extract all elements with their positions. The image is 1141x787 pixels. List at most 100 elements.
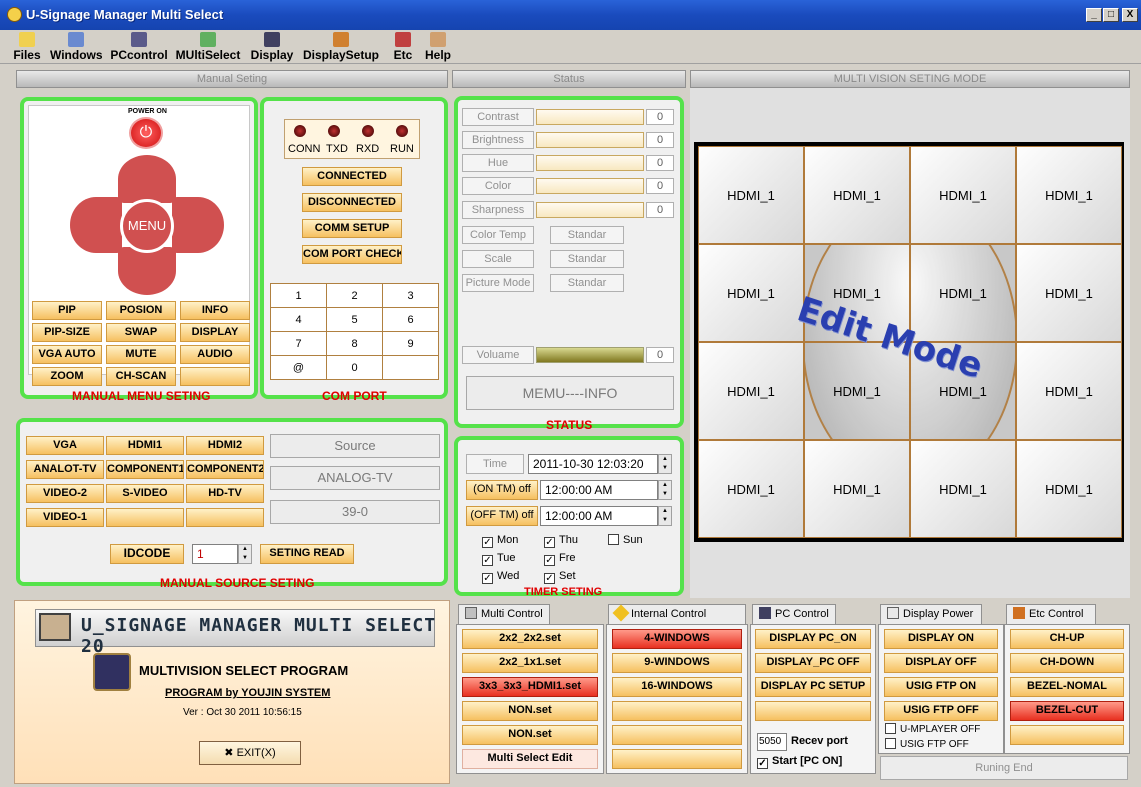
wall-cell[interactable]: HDMI_1 (698, 342, 804, 440)
hd-tv-source-button[interactable]: HD-TV (186, 484, 264, 503)
wall-cell[interactable]: HDMI_1 (1016, 440, 1122, 538)
disconnected-button[interactable]: DISCONNECTED (302, 193, 402, 212)
menu-pccontrol[interactable]: PCcontrol (110, 30, 168, 64)
contrast-slider[interactable] (536, 109, 644, 125)
vga-source-button[interactable]: VGA (26, 436, 104, 455)
menu-button[interactable]: MENU (120, 199, 174, 253)
connected-button[interactable]: CONNECTED (302, 167, 402, 186)
4-windows-button[interactable]: 4-WINDOWS (612, 629, 742, 649)
analot-tv-source-button[interactable]: ANALOT-TV (26, 460, 104, 479)
wall-cell[interactable]: HDMI_1 (910, 146, 1016, 244)
preset-non-button[interactable]: NON.set (462, 701, 598, 721)
left-arrow-button[interactable] (70, 197, 122, 253)
9-windows-button[interactable]: 9-WINDOWS (612, 653, 742, 673)
component2-source-button[interactable]: COMPONENT2 (186, 460, 264, 479)
ch-up-button[interactable]: CH-UP (1010, 629, 1124, 649)
blank-button[interactable] (180, 367, 250, 386)
menu-files[interactable]: Files (12, 30, 42, 64)
key-0[interactable]: 0 (326, 355, 383, 380)
time-spinner[interactable]: ▲ ▼ (658, 454, 672, 474)
idcode-button[interactable]: IDCODE (110, 544, 184, 564)
on-time-input[interactable]: 12:00:00 AM (540, 480, 658, 500)
preset-non-button[interactable]: NON.set (462, 725, 598, 745)
color-temp-value[interactable]: Standar (550, 226, 624, 244)
display-off-button[interactable]: DISPLAY OFF (884, 653, 998, 673)
menu-displaysetup[interactable]: DisplaySetup (302, 30, 380, 64)
bezel-nomal-button[interactable]: BEZEL-NOMAL (1010, 677, 1124, 697)
info-button[interactable]: INFO (180, 301, 250, 320)
thu-checkbox[interactable]: ✓ Thu (544, 534, 578, 548)
ch-scan-button[interactable]: CH-SCAN (106, 367, 176, 386)
on-time-spinner[interactable]: ▲ ▼ (658, 480, 672, 500)
u-mplayer-off-checkbox[interactable]: U-MPLAYER OFF (885, 723, 980, 735)
blank-internal-button[interactable] (612, 701, 742, 721)
video1-source-button[interactable]: VIDEO-1 (26, 508, 104, 527)
pip-button[interactable]: PIP (32, 301, 102, 320)
key-8[interactable]: 8 (326, 331, 383, 356)
off-time-spinner[interactable]: ▲ ▼ (658, 506, 672, 526)
wall-cell[interactable]: HDMI_1 (910, 440, 1016, 538)
wall-cell[interactable]: HDMI_1 (1016, 342, 1122, 440)
audio-button[interactable]: AUDIO (180, 345, 250, 364)
minimize-button[interactable]: _ (1086, 8, 1102, 22)
menu-windows[interactable]: Windows (50, 30, 103, 64)
hue-slider[interactable] (536, 155, 644, 171)
menu-help[interactable]: Help (424, 30, 452, 64)
tab-internal-control[interactable]: Internal Control (608, 604, 746, 624)
tue-checkbox[interactable]: ✓ Tue (482, 552, 516, 566)
power-button[interactable]: ⏻ (129, 117, 163, 149)
key-2[interactable]: 2 (326, 283, 383, 308)
right-arrow-button[interactable] (172, 197, 224, 253)
tab-multi-control[interactable]: Multi Control (458, 604, 550, 624)
key-blank[interactable] (382, 355, 439, 380)
mon-checkbox[interactable]: ✓ Mon (482, 534, 518, 548)
zoom-button[interactable]: ZOOM (32, 367, 102, 386)
usig-ftp-off-checkbox[interactable]: USIG FTP OFF (885, 738, 969, 750)
preset-2x2-2x2-button[interactable]: 2x2_2x2.set (462, 629, 598, 649)
wall-cell[interactable]: HDMI_1 (698, 146, 804, 244)
blank-etc-button[interactable] (1010, 725, 1124, 745)
wall-cell[interactable]: HDMI_1 (1016, 146, 1122, 244)
blank-internal-button[interactable] (612, 749, 742, 769)
color-slider[interactable] (536, 178, 644, 194)
volume-slider[interactable] (536, 347, 644, 363)
seting-read-button[interactable]: SETING READ (260, 544, 354, 564)
key-at[interactable]: @ (270, 355, 327, 380)
sharpness-slider[interactable] (536, 202, 644, 218)
key-3[interactable]: 3 (382, 283, 439, 308)
wall-cell[interactable]: HDMI_1 (804, 440, 910, 538)
recev-port-input[interactable]: 5050 (757, 733, 787, 751)
start-pc-on-checkbox[interactable]: ✓ Start [PC ON] (757, 755, 842, 769)
menu-etc[interactable]: Etc (391, 30, 415, 64)
fre-checkbox[interactable]: ✓ Fre (544, 552, 576, 566)
key-7[interactable]: 7 (270, 331, 327, 356)
menu-info-button[interactable]: MEMU----INFO (466, 376, 674, 410)
key-1[interactable]: 1 (270, 283, 327, 308)
pip-size-button[interactable]: PIP-SIZE (32, 323, 102, 342)
wall-cell[interactable]: HDMI_1 (698, 244, 804, 342)
display-pc-on-button[interactable]: DISPLAY PC_ON (755, 629, 871, 649)
key-9[interactable]: 9 (382, 331, 439, 356)
sun-checkbox[interactable]: Sun (608, 534, 643, 546)
menu-display[interactable]: Display (249, 30, 295, 64)
swap-button[interactable]: SWAP (106, 323, 176, 342)
wed-checkbox[interactable]: ✓ Wed (482, 570, 519, 584)
component1-source-button[interactable]: COMPONENT1 (106, 460, 184, 479)
tab-display-power[interactable]: Display Power (880, 604, 982, 624)
blank-source-button[interactable] (186, 508, 264, 527)
key-6[interactable]: 6 (382, 307, 439, 332)
on-timer-button[interactable]: (ON TM) off (466, 480, 538, 500)
blank-internal-button[interactable] (612, 725, 742, 745)
scale-value[interactable]: Standar (550, 250, 624, 268)
usig-ftp-on-button[interactable]: USIG FTP ON (884, 677, 998, 697)
set-checkbox[interactable]: ✓ Set (544, 570, 576, 584)
tab-etc-control[interactable]: Etc Control (1006, 604, 1096, 624)
idcode-spinner[interactable]: ▲ ▼ (238, 544, 252, 564)
wall-cell[interactable]: HDMI_1 (910, 244, 1016, 342)
time-input[interactable]: 2011-10-30 12:03:20 (528, 454, 658, 474)
off-timer-button[interactable]: (OFF TM) off (466, 506, 538, 526)
comm-setup-button[interactable]: COMM SETUP (302, 219, 402, 238)
off-time-input[interactable]: 12:00:00 AM (540, 506, 658, 526)
wall-cell[interactable]: HDMI_1 (698, 440, 804, 538)
menu-multiselect[interactable]: MUltiSelect (174, 30, 242, 64)
